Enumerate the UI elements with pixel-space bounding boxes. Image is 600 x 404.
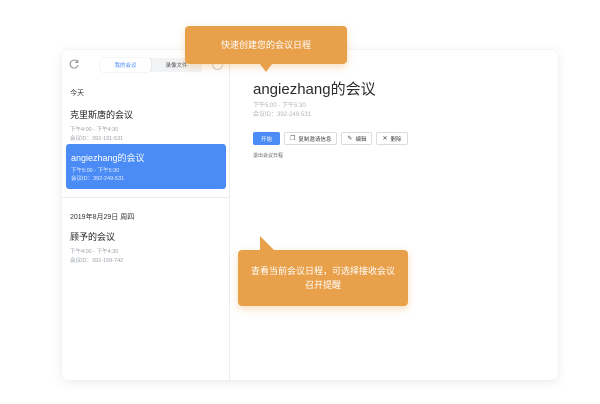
list-item-meeting[interactable]: 顾予的会议 下午4:00 - 下午4:30 会议ID：392-159-742 [70, 230, 220, 264]
meeting-detail-pane: angiezhang的会议 下午5:00 - 下午5:30 会议ID：392-2… [231, 50, 558, 380]
copy-invite-label: 复制邀请信息 [298, 136, 332, 143]
tooltip-text: 快速创建您的会议日程 [220, 40, 311, 50]
meeting-id: 会议ID：392-159-742 [70, 258, 124, 264]
exit-schedule-link[interactable]: 退出会议日程 [253, 152, 283, 159]
meeting-time: 下午5:00 - 下午5:30 [253, 103, 306, 109]
start-button-label: 开始 [261, 136, 273, 143]
delete-button[interactable]: ✕ 删除 [376, 132, 408, 145]
edit-button[interactable]: ✎ 编辑 [341, 132, 373, 145]
meeting-app-window: 我的会议 录像文件 今天 克里斯唐的会议 下午4:00 - 下午4:30 会议I… [62, 50, 558, 380]
meeting-time: 下午5:00 - 下午5:30 [71, 168, 120, 174]
meeting-title: 克里斯唐的会议 [70, 110, 134, 120]
meeting-id: 会议ID：392-249-531 [71, 176, 125, 182]
meeting-title: angiezhang的会议 [71, 153, 145, 163]
list-item-meeting-selected[interactable]: angiezhang的会议 下午5:00 - 下午5:30 会议ID：392-2… [66, 144, 226, 189]
section-label-date: 2019年8月29日 周四 [70, 214, 135, 221]
edit-icon: ✎ [347, 136, 353, 142]
tooltip-text: 查看当前会议日程，可选择接收会议召开提醒 [250, 266, 395, 290]
meeting-time: 下午4:00 - 下午4:30 [70, 249, 119, 255]
meeting-id: 会议ID：392-249-531 [253, 112, 312, 118]
copy-invite-button[interactable]: ❐ 复制邀请信息 [284, 132, 338, 145]
meeting-title: 顾予的会议 [70, 232, 116, 242]
meeting-time: 下午4:00 - 下午4:30 [70, 127, 119, 133]
action-bar: 开始 ❐ 复制邀请信息 ✎ 编辑 ✕ 删除 [253, 132, 408, 145]
divider [62, 197, 230, 198]
refresh-icon[interactable] [68, 58, 80, 70]
page-title: angiezhang的会议 [253, 81, 376, 98]
meeting-id: 会议ID：392-191-531 [70, 136, 124, 142]
list-item-meeting[interactable]: 克里斯唐的会议 下午4:00 - 下午4:30 会议ID：392-191-531 [70, 108, 220, 142]
copy-icon: ❐ [290, 136, 296, 142]
close-icon: ✕ [382, 136, 388, 142]
section-label-today: 今天 [70, 90, 84, 97]
delete-button-label: 删除 [390, 136, 402, 143]
start-button[interactable]: 开始 [253, 132, 281, 145]
sidebar: 我的会议 录像文件 今天 克里斯唐的会议 下午4:00 - 下午4:30 会议I… [62, 50, 230, 380]
tab-my-meetings[interactable]: 我的会议 [100, 58, 151, 72]
tooltip-view-schedule: 查看当前会议日程，可选择接收会议召开提醒 [238, 236, 408, 306]
edit-button-label: 编辑 [355, 136, 367, 143]
tooltip-create-schedule: 快速创建您的会议日程 [185, 26, 347, 72]
